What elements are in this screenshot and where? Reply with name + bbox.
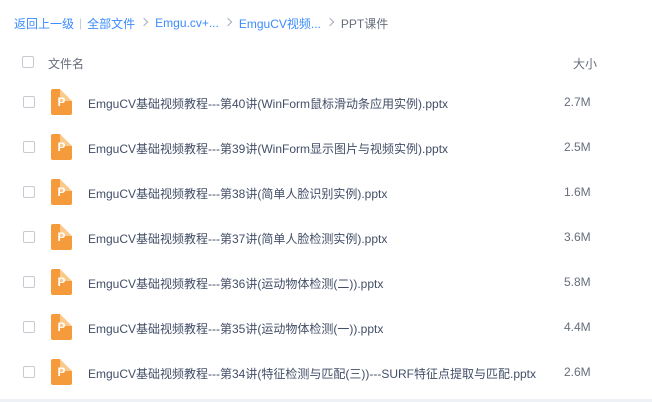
- ppt-file-icon: P: [51, 224, 72, 250]
- chevron-right-icon: [325, 17, 335, 27]
- column-header-size[interactable]: 大小: [573, 55, 597, 72]
- row-checkbox[interactable]: [23, 231, 35, 243]
- file-size: 4.4M: [564, 320, 591, 334]
- file-row[interactable]: P EmguCV基础视频教程---第37讲(简单人脸检测实例).pptx 3.6…: [0, 215, 652, 260]
- file-name[interactable]: EmguCV基础视频教程---第38讲(简单人脸识别实例).pptx: [88, 185, 387, 202]
- file-name[interactable]: EmguCV基础视频教程---第40讲(WinForm鼠标滑动条应用实例).pp…: [88, 95, 448, 112]
- file-name[interactable]: EmguCV基础视频教程---第37讲(简单人脸检测实例).pptx: [88, 230, 387, 247]
- breadcrumb-divider: |: [79, 16, 83, 30]
- column-header-name[interactable]: 文件名: [48, 55, 84, 72]
- ppt-file-icon: P: [51, 179, 72, 205]
- file-row[interactable]: P EmguCV基础视频教程---第38讲(简单人脸识别实例).pptx 1.6…: [0, 170, 652, 215]
- chevron-right-icon: [139, 17, 149, 27]
- file-size: 5.8M: [564, 275, 591, 289]
- row-checkbox[interactable]: [23, 321, 35, 333]
- ppt-file-icon: P: [51, 269, 72, 295]
- back-link[interactable]: 返回上一级: [14, 15, 74, 32]
- file-row[interactable]: P EmguCV基础视频教程---第36讲(运动物体检测(二)).pptx 5.…: [0, 260, 652, 305]
- file-row[interactable]: P EmguCV基础视频教程---第39讲(WinForm显示图片与视频实例).…: [0, 125, 652, 170]
- file-size: 2.5M: [564, 140, 591, 154]
- file-size: 2.7M: [564, 95, 591, 109]
- file-name[interactable]: EmguCV基础视频教程---第39讲(WinForm显示图片与视频实例).pp…: [88, 140, 448, 157]
- row-checkbox[interactable]: [23, 366, 35, 378]
- breadcrumb-all-files[interactable]: 全部文件: [87, 15, 135, 32]
- file-row[interactable]: P EmguCV基础视频教程---第34讲(特征检测与匹配(三))---SURF…: [0, 350, 652, 395]
- breadcrumb: 返回上一级 | 全部文件 Emgu.cv+... EmguCV视频... PPT…: [14, 14, 388, 32]
- file-size: 3.6M: [564, 230, 591, 244]
- breadcrumb-level1[interactable]: Emgu.cv+...: [155, 16, 219, 30]
- chevron-right-icon: [223, 17, 233, 27]
- breadcrumb-level2[interactable]: EmguCV视频...: [239, 15, 321, 32]
- ppt-file-icon: P: [51, 134, 72, 160]
- file-row[interactable]: P EmguCV基础视频教程---第35讲(运动物体检测(一)).pptx 4.…: [0, 305, 652, 350]
- file-size: 1.6M: [564, 185, 591, 199]
- row-checkbox[interactable]: [23, 141, 35, 153]
- file-name[interactable]: EmguCV基础视频教程---第35讲(运动物体检测(一)).pptx: [88, 320, 383, 337]
- breadcrumb-current: PPT课件: [340, 16, 389, 31]
- file-name[interactable]: EmguCV基础视频教程---第36讲(运动物体检测(二)).pptx: [88, 275, 383, 292]
- ppt-file-icon: P: [51, 89, 72, 115]
- file-name[interactable]: EmguCV基础视频教程---第34讲(特征检测与匹配(三))---SURF特征…: [88, 365, 536, 382]
- file-size: 2.6M: [564, 365, 591, 379]
- file-list-header: 文件名 大小: [0, 44, 652, 80]
- ppt-file-icon: P: [51, 314, 72, 340]
- row-checkbox[interactable]: [23, 186, 35, 198]
- row-checkbox[interactable]: [23, 276, 35, 288]
- file-row[interactable]: P EmguCV基础视频教程---第40讲(WinForm鼠标滑动条应用实例).…: [0, 80, 652, 125]
- ppt-file-icon: P: [51, 359, 72, 385]
- row-checkbox[interactable]: [23, 96, 35, 108]
- select-all-checkbox[interactable]: [22, 56, 34, 68]
